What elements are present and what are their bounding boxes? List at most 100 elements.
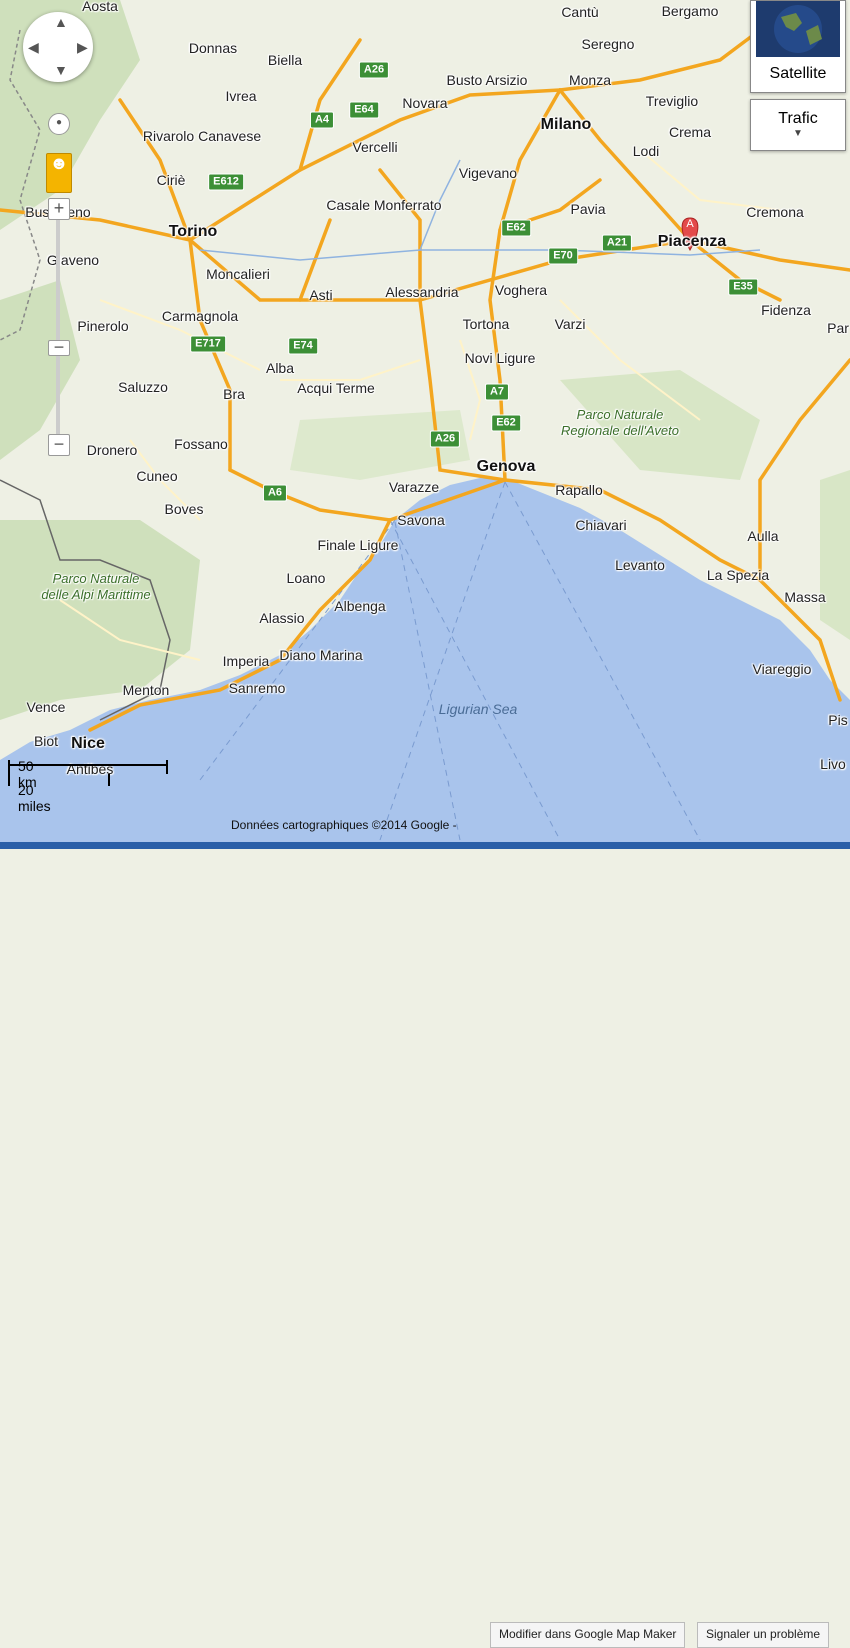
city-label-monza: Monza (568, 72, 612, 88)
city-label-massa: Massa (784, 589, 826, 605)
pan-left-icon[interactable]: ◀ (28, 39, 39, 56)
city-label-alessandria: Alessandria (385, 284, 459, 300)
city-label-pavia: Pavia (570, 201, 606, 217)
city-label-alba: Alba (265, 360, 295, 376)
highway-shield-e62: E62 (501, 219, 531, 237)
zoom-in-button[interactable]: + (48, 198, 70, 220)
city-label-aulla: Aulla (747, 528, 779, 544)
city-label-moncalieri: Moncalieri (206, 266, 270, 282)
highway-shield-a21: A21 (601, 234, 633, 252)
pan-control[interactable]: ▲ ▼ ◀ ▶ (23, 12, 93, 82)
highway-shield-e62: E62 (491, 414, 521, 432)
city-label-chiavari: Chiavari (575, 517, 627, 533)
highway-shield-a7: A7 (484, 383, 510, 401)
city-label-varazze: Varazze (388, 479, 440, 495)
attribution-text: Données cartographiques ©2014 Google - (231, 818, 457, 832)
city-label-aosta: Aosta (82, 0, 118, 14)
highway-shield-e612: E612 (208, 173, 244, 191)
city-label-imperia: Imperia (222, 653, 270, 669)
city-label-seregno: Seregno (581, 36, 635, 52)
city-label-viareggio: Viareggio (752, 661, 812, 677)
city-label-tortona: Tortona (462, 316, 510, 332)
city-label-vercelli: Vercelli (352, 139, 398, 155)
highway-shield-a26: A26 (358, 61, 390, 79)
city-label-boves: Boves (164, 501, 204, 517)
city-label-asti: Asti (309, 287, 333, 303)
city-label-finale-ligure: Finale Ligure (317, 537, 399, 553)
city-label-rivarolo-canavese: Rivarolo Canavese (142, 128, 262, 144)
satellite-label[interactable]: Satellite (751, 57, 845, 83)
city-label-loano: Loano (286, 570, 326, 586)
pan-right-icon[interactable]: ▶ (77, 39, 88, 56)
city-label-la-spezia: La Spezia (706, 567, 770, 583)
city-label-biot: Biot (33, 733, 59, 749)
city-label-bra: Bra (223, 386, 245, 402)
city-label-sanremo: Sanremo (228, 680, 286, 696)
city-label-donnas: Donnas (188, 40, 238, 56)
pan-down-icon[interactable]: ▼ (54, 62, 68, 78)
zoom-out-button[interactable]: − (48, 434, 70, 456)
highway-shield-a4: A4 (309, 111, 335, 129)
zoom-slider-thumb[interactable]: − (48, 338, 70, 356)
sea-label: Ligurian Sea (438, 701, 518, 717)
pan-up-icon[interactable]: ▲ (54, 14, 68, 30)
city-label-carmagnola: Carmagnola (161, 308, 239, 324)
map-base (0, 0, 850, 849)
modifier-map-maker-link[interactable]: Modifier dans Google Map Maker (490, 1622, 686, 1648)
city-label-piacenza: Piacenza (657, 233, 727, 250)
city-label-cantu: Cantù (561, 4, 599, 20)
city-label-fossano: Fossano (174, 436, 228, 452)
highway-shield-e74: E74 (288, 337, 318, 355)
city-label-casale-monferrato: Casale Monferrato (326, 197, 442, 213)
city-label-ivrea: Ivrea (225, 88, 257, 104)
city-label-novi-ligure: Novi Ligure (464, 350, 536, 366)
city-label-menton: Menton (122, 682, 170, 698)
city-label-bergamo: Bergamo (661, 3, 719, 19)
city-label-par: Par (827, 320, 849, 336)
city-label-busto-arsizio: Busto Arsizio (446, 72, 528, 88)
map-canvas[interactable]: Torino Milano Genova Nice Piacenza Aosta Berga… (0, 0, 850, 849)
park-label-aveto: Parco Naturale Regionale dell'Aveto (561, 407, 679, 438)
zoom-rail[interactable] (56, 200, 60, 450)
city-label-biella: Biella (267, 52, 303, 68)
city-label-cremona: Cremona (746, 204, 804, 220)
city-label-cuneo: Cuneo (136, 468, 178, 484)
traffic-control[interactable]: Trafic ▼ (750, 99, 846, 151)
traffic-label[interactable]: Trafic (751, 100, 845, 128)
city-label-saluzzo: Saluzzo (118, 379, 168, 395)
city-label-diano-marina: Diano Marina (279, 647, 363, 663)
city-label-lodi: Lodi (632, 143, 660, 159)
city-label-giaveno: Giaveno (46, 252, 100, 268)
city-label-milano: Milano (540, 116, 592, 133)
city-label-novara: Novara (402, 95, 448, 111)
highway-shield-a26: A26 (429, 430, 461, 448)
city-label-nice: Nice (71, 735, 105, 752)
city-label-torino: Torino (168, 223, 218, 240)
city-label-voghera: Voghera (494, 282, 548, 298)
city-label-alassio: Alassio (259, 610, 305, 626)
highway-shield-e70: E70 (548, 247, 578, 265)
city-label-cirie: Ciriè (156, 172, 186, 188)
city-label-vigevano: Vigevano (458, 165, 518, 181)
chevron-down-icon[interactable]: ▼ (751, 128, 845, 139)
marker-letter[interactable]: A (686, 216, 693, 232)
highway-shield-e64: E64 (349, 101, 379, 119)
pegman-icon[interactable]: ☻ (46, 153, 72, 193)
city-label-acqui-terme: Acqui Terme (297, 380, 375, 396)
highway-shield-e35: E35 (728, 278, 758, 296)
reset-view-icon[interactable]: ● (48, 113, 70, 135)
city-label-genova: Genova (476, 458, 536, 475)
satellite-control[interactable]: Satellite (750, 0, 846, 93)
satellite-thumbnail (756, 1, 840, 57)
city-label-dronero: Dronero (86, 442, 138, 458)
globe-icon (774, 5, 822, 53)
city-label-vence: Vence (26, 699, 66, 715)
city-label-levanto: Levanto (615, 557, 665, 573)
map-footer: Données cartographiques ©2014 Google - M… (0, 810, 850, 1648)
city-label-rapallo: Rapallo (555, 482, 603, 498)
city-label-treviglio: Treviglio (645, 93, 699, 109)
report-problem-link[interactable]: Signaler un problème (697, 1622, 830, 1648)
highway-shield-e717: E717 (190, 335, 226, 353)
city-label-pis: Pis (828, 712, 848, 728)
city-label-varzi: Varzi (554, 316, 586, 332)
